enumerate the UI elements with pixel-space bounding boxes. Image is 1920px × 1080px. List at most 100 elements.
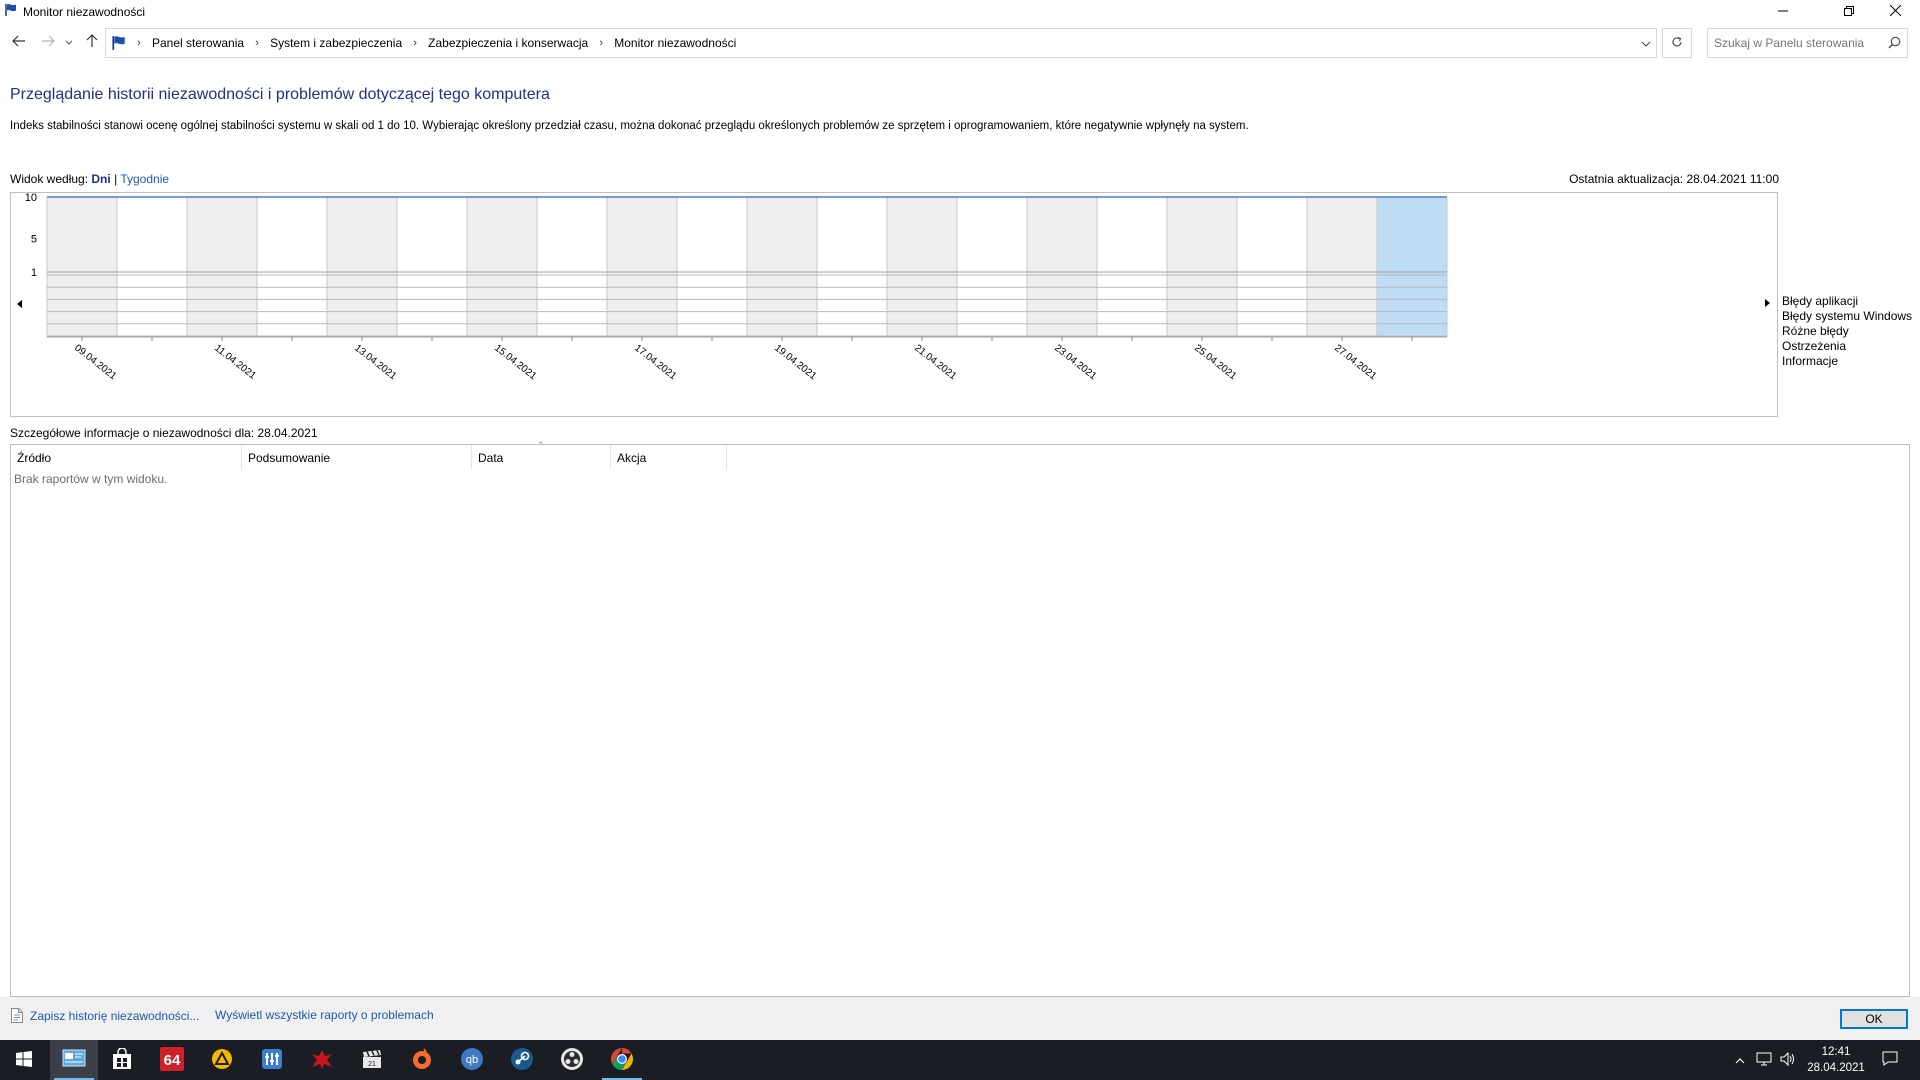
chart-day-column <box>397 197 467 337</box>
taskbar-app-triangle[interactable] <box>198 1040 246 1080</box>
navigation-bar: › Panel sterowania › System i zabezpiecz… <box>0 27 1920 59</box>
triangle-right-icon <box>1765 296 1771 310</box>
chart-y-tick-label: 5 <box>31 234 37 246</box>
view-weeks-link[interactable]: Tygodnie <box>120 172 169 186</box>
stability-index-point <box>221 196 223 198</box>
back-button[interactable] <box>9 32 29 52</box>
stability-index-point <box>851 196 853 198</box>
svg-text:qb: qb <box>466 1054 478 1066</box>
taskbar-app-chrome[interactable] <box>598 1040 646 1080</box>
column-header-source[interactable]: Źródło <box>11 445 242 469</box>
network-tray-icon[interactable] <box>1752 1040 1776 1080</box>
stability-index-point <box>711 196 713 198</box>
column-header-summary[interactable]: Podsumowanie <box>242 445 472 469</box>
svg-text:64: 64 <box>164 1052 181 1069</box>
reliability-chart-svg[interactable]: 10 5 1 09.04.2021 11.04.2021 13.04.2021 15.04.… <box>11 193 1777 416</box>
chart-day-column <box>1027 197 1097 337</box>
breadcrumb-separator[interactable]: › <box>248 37 266 49</box>
taskbar: 64 21 qb 12:41 28.04.2021 <box>0 1040 1920 1080</box>
address-history-dropdown[interactable] <box>1636 29 1656 57</box>
chart-day-column <box>887 197 957 337</box>
search-box[interactable] <box>1707 28 1908 58</box>
breadcrumb-separator[interactable]: › <box>406 37 424 49</box>
save-history-link[interactable]: Zapisz historię niezawodności... <box>10 1008 199 1023</box>
arrow-left-icon <box>12 35 26 50</box>
legend-windows-errors: Błędy systemu Windows <box>1782 309 1913 323</box>
action-center-button[interactable] <box>1870 1040 1910 1080</box>
search-icon[interactable] <box>1888 36 1901 52</box>
refresh-button[interactable] <box>1662 28 1692 58</box>
breadcrumb-separator[interactable]: › <box>592 37 610 49</box>
forward-button[interactable] <box>38 32 58 52</box>
recent-locations-button[interactable] <box>62 32 76 52</box>
triangle-left-icon <box>17 297 23 311</box>
save-history-label[interactable]: Zapisz historię niezawodności... <box>30 1009 199 1023</box>
taskbar-app-aida64[interactable]: 64 <box>148 1040 196 1080</box>
tray-overflow-button[interactable] <box>1728 1040 1752 1080</box>
chart-day-column <box>117 197 187 337</box>
taskbar-app-qbittorrent[interactable]: qb <box>448 1040 496 1080</box>
taskbar-app-steam[interactable] <box>498 1040 546 1080</box>
view-separator: | <box>114 172 118 186</box>
legend-misc-errors: Różne błędy <box>1782 324 1849 338</box>
origin-icon <box>411 1047 433 1073</box>
minimize-button[interactable] <box>1760 0 1806 24</box>
up-button[interactable] <box>82 32 102 52</box>
equalizer-icon <box>261 1048 283 1073</box>
view-days-link[interactable]: Dni <box>91 172 110 186</box>
taskbar-app-reliability-monitor[interactable] <box>50 1040 98 1080</box>
notification-icon <box>1882 1051 1898 1069</box>
chart-day-column <box>957 197 1027 337</box>
stability-index-point <box>1411 196 1413 198</box>
taskbar-app-equalizer[interactable] <box>248 1040 296 1080</box>
chart-day-column[interactable] <box>1377 197 1447 337</box>
breadcrumb-item-system-security[interactable]: System i zabezpieczenia <box>266 36 406 50</box>
arrow-right-icon <box>41 35 55 50</box>
restore-button[interactable] <box>1826 0 1872 24</box>
chart-scroll-left-button[interactable] <box>14 298 26 310</box>
restore-icon <box>1844 5 1854 19</box>
taskbar-app-red[interactable] <box>298 1040 346 1080</box>
breadcrumb-separator[interactable]: › <box>130 37 148 49</box>
breadcrumb-item-control-panel[interactable]: Panel sterowania <box>148 36 248 50</box>
taskbar-app-obs[interactable] <box>548 1040 596 1080</box>
taskbar-app-origin[interactable] <box>398 1040 446 1080</box>
chrome-icon <box>610 1047 634 1074</box>
reliability-chart[interactable]: 10 5 1 09.04.2021 11.04.2021 13.04.2021 15.04.… <box>10 192 1778 417</box>
chart-day-column <box>747 197 817 337</box>
speaker-icon <box>1780 1051 1796 1069</box>
stability-index-point <box>1341 196 1343 198</box>
ok-button[interactable]: OK <box>1840 1009 1908 1029</box>
clock-date: 28.04.2021 <box>1807 1062 1865 1074</box>
volume-tray-icon[interactable] <box>1776 1040 1800 1080</box>
column-header-action[interactable]: Akcja <box>611 445 727 469</box>
chart-x-tick-label: 15.04.2021 <box>492 343 539 383</box>
reports-list[interactable]: Źródło Podsumowanie Data Akcja ⌃ Brak ra… <box>10 440 1910 997</box>
close-button[interactable] <box>1872 0 1918 24</box>
breadcrumb-item-security-maintenance[interactable]: Zabezpieczenia i konserwacja <box>424 36 592 50</box>
taskbar-app-store[interactable] <box>98 1040 146 1080</box>
chart-x-tick-label: 27.04.2021 <box>1332 343 1379 383</box>
chart-day-column <box>47 197 117 337</box>
taskbar-clock[interactable]: 12:41 28.04.2021 <box>1800 1044 1872 1076</box>
address-bar[interactable]: › Panel sterowania › System i zabezpiecz… <box>105 28 1657 58</box>
search-input[interactable] <box>1708 29 1883 57</box>
network-icon <box>1756 1052 1772 1069</box>
taskbar-app-clapper[interactable]: 21 <box>348 1040 396 1080</box>
svg-text:21: 21 <box>368 1061 376 1068</box>
stability-index-point <box>291 196 293 198</box>
view-all-reports-link[interactable]: Wyświetl wszystkie raporty o problemach <box>215 1008 434 1022</box>
stability-index-point <box>501 196 503 198</box>
stability-index-point <box>1201 196 1203 198</box>
stability-index-point <box>151 196 153 198</box>
breadcrumb-item-reliability-monitor[interactable]: Monitor niezawodności <box>610 36 740 50</box>
clapperboard-icon: 21 <box>361 1048 383 1073</box>
chart-x-tick-label: 19.04.2021 <box>772 343 819 383</box>
chart-day-column <box>1097 197 1167 337</box>
flag-icon <box>4 3 18 20</box>
stability-index-point <box>1061 196 1063 198</box>
title-bar: Monitor niezawodności <box>0 0 1920 24</box>
start-button[interactable] <box>0 1040 48 1080</box>
page-title: Przeglądanie historii niezawodności i pr… <box>10 86 550 103</box>
chart-scroll-right-button[interactable] <box>1762 297 1774 309</box>
